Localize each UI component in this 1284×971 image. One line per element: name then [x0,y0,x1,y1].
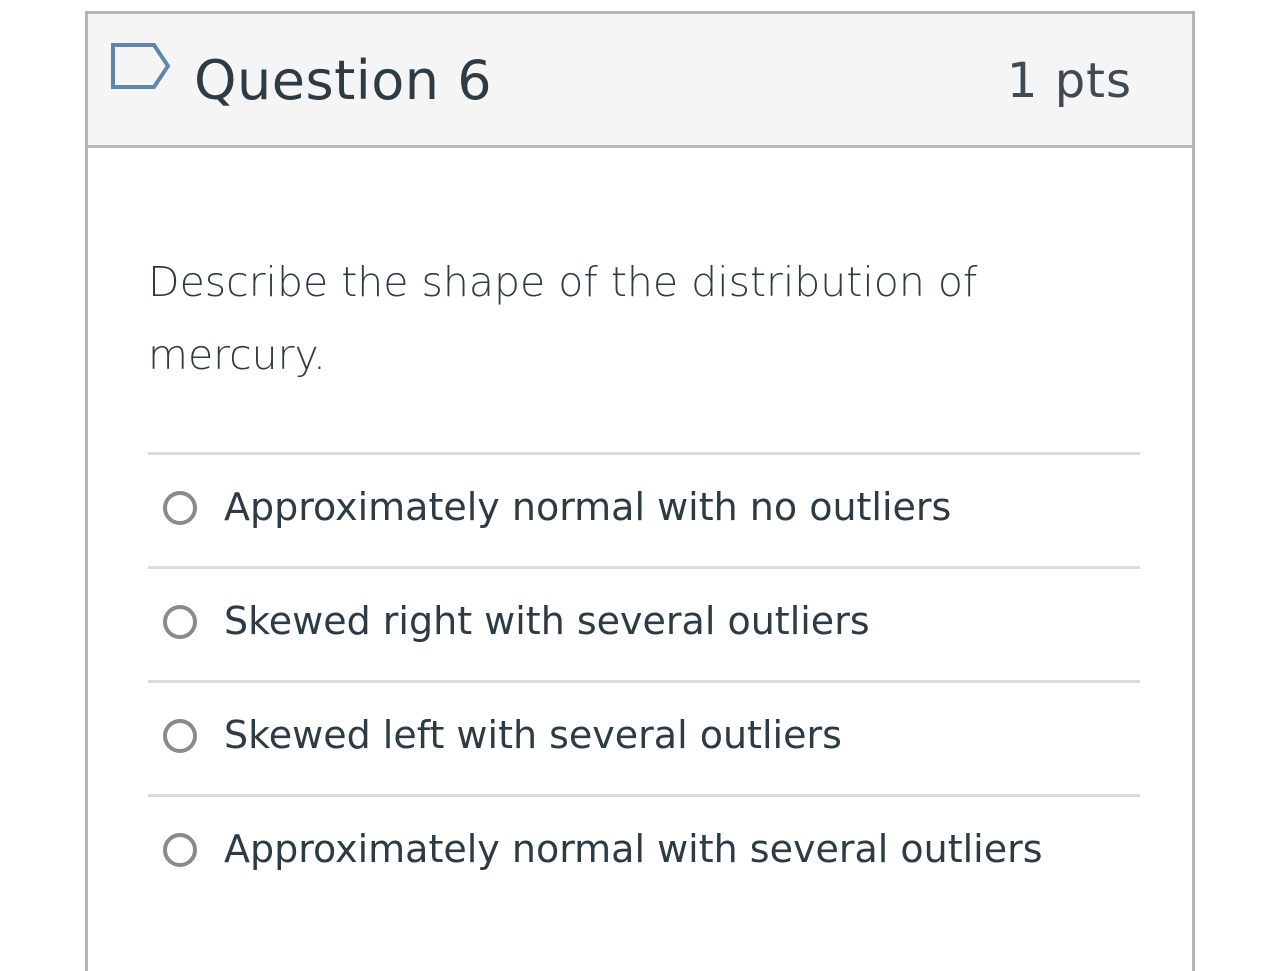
question-prompt-line-2: mercury. [148,331,326,379]
radio-button[interactable] [163,833,197,867]
question-header: Question 6 1 pts [88,14,1192,148]
question-prompt: Describe the shape of the distribution o… [148,246,1028,392]
question-prompt-line-1: Describe the shape of the distribution o… [148,258,978,306]
answer-option[interactable]: Approximately normal with several outlie… [148,794,1140,908]
radio-button[interactable] [163,491,197,525]
question-card: Question 6 1 pts Describe the shape of t… [85,11,1195,971]
answer-option[interactable]: Skewed right with several outliers [148,566,1140,680]
question-points: 1 pts [1006,53,1132,109]
answer-label: Approximately normal with no outliers [224,485,952,529]
answer-label: Approximately normal with several outlie… [224,827,1043,871]
answer-label: Skewed right with several outliers [224,599,870,643]
answer-label: Skewed left with several outliers [224,713,842,757]
flag-question-icon[interactable] [110,42,172,94]
answer-list: Approximately normal with no outliers Sk… [148,452,1140,908]
radio-button[interactable] [163,605,197,639]
question-title: Question 6 [194,49,493,112]
answer-option[interactable]: Approximately normal with no outliers [148,452,1140,566]
radio-button[interactable] [163,719,197,753]
answer-option[interactable]: Skewed left with several outliers [148,680,1140,794]
